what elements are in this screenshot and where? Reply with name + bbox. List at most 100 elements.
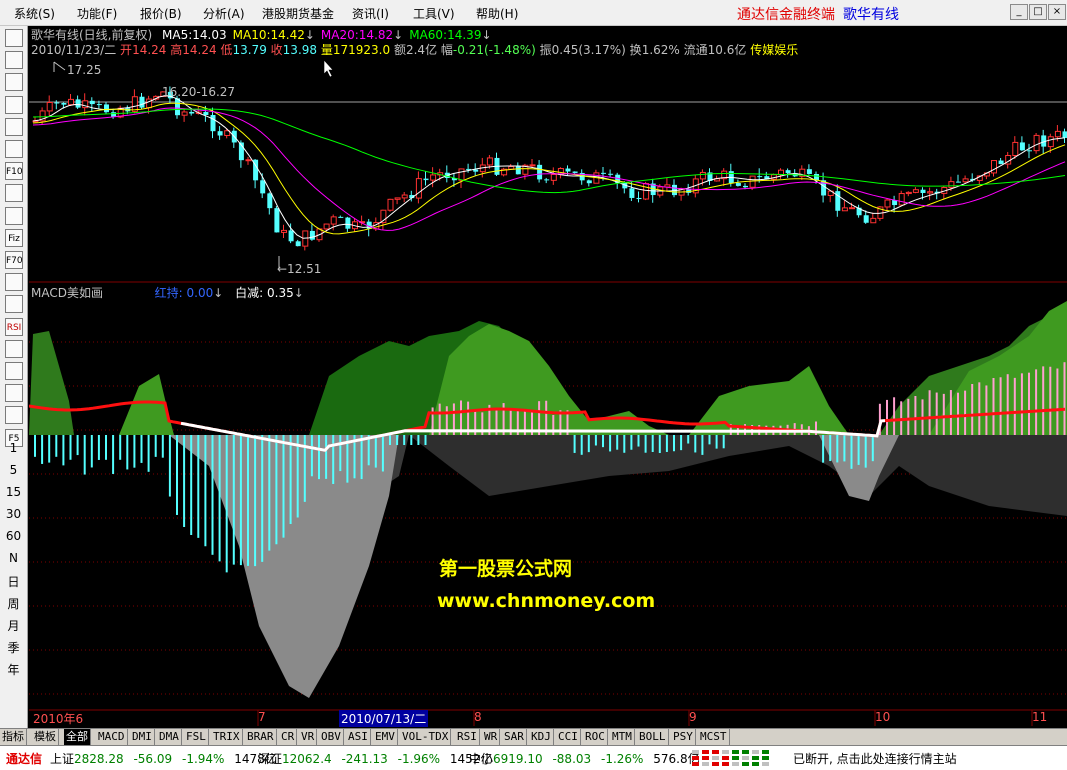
candle-body xyxy=(905,191,912,195)
candle-body xyxy=(962,178,969,183)
fiz-icon[interactable]: Fiz xyxy=(5,228,23,247)
period-1[interactable]: 5 xyxy=(0,463,27,477)
connection-status[interactable]: 已断开, 点击此处连接行情主站 xyxy=(793,750,957,767)
menu-item-0[interactable]: 系统(S) xyxy=(14,5,55,22)
grid-icon[interactable] xyxy=(5,29,23,47)
candle-body xyxy=(267,193,273,209)
candle-body xyxy=(458,168,465,181)
indicator-tab-5[interactable]: DMA xyxy=(157,729,182,745)
list-icon[interactable] xyxy=(5,51,23,70)
indicator-tab-23[interactable]: PSY xyxy=(671,729,696,745)
gear-icon[interactable] xyxy=(5,339,23,358)
candles-icon[interactable] xyxy=(5,95,23,114)
pencil-icon[interactable] xyxy=(5,406,23,425)
candle-body xyxy=(245,159,252,162)
chart-area[interactable]: 歌华有线(日线,前复权) MA5:14.03 MA10:14.42↓ MA20:14… xyxy=(29,26,1067,744)
period-2[interactable]: 15 xyxy=(0,485,27,499)
indicator-tab-7[interactable]: TRIX xyxy=(211,729,243,745)
indicator-tab-9[interactable]: CR xyxy=(279,729,298,745)
indicator-tab-8[interactable]: BRAR xyxy=(245,729,277,745)
candles2-icon[interactable] xyxy=(5,117,23,136)
menu-item-5[interactable]: 资讯(I) xyxy=(352,5,389,22)
candle-body xyxy=(629,188,635,198)
stock-chart-canvas[interactable] xyxy=(29,26,1067,744)
f10-icon[interactable]: F10 xyxy=(5,162,23,181)
menu-item-4[interactable]: 港股期货基金 xyxy=(262,5,334,22)
open-value: 14.24 xyxy=(132,43,167,57)
candle-body xyxy=(1012,141,1019,157)
arrows-icon[interactable] xyxy=(5,362,23,380)
indicator-tab-22[interactable]: BOLL xyxy=(637,729,669,745)
period-3[interactable]: 30 xyxy=(0,507,27,521)
f70-icon[interactable]: F70 xyxy=(5,251,23,269)
indicator-tab-20[interactable]: ROC xyxy=(583,729,608,745)
sector-label: 传媒娱乐 xyxy=(750,43,799,57)
period-10[interactable]: 年 xyxy=(0,661,27,678)
indicator-tab-17[interactable]: SAR xyxy=(502,729,527,745)
date-label-1: 7 xyxy=(258,710,266,724)
news-icon[interactable] xyxy=(5,206,23,225)
period-6[interactable]: 日 xyxy=(0,573,27,590)
indicator-tab-1[interactable]: 模板 xyxy=(32,729,59,745)
kline-icon[interactable] xyxy=(5,73,23,92)
indicator-tab-6[interactable]: FSL xyxy=(184,729,209,745)
menu-item-6[interactable]: 工具(V) xyxy=(413,5,455,22)
indicator-tab-14[interactable]: VOL-TDX xyxy=(400,729,452,745)
export-icon[interactable] xyxy=(5,384,23,403)
minimize-button[interactable]: _ xyxy=(1010,4,1028,20)
period-9[interactable]: 季 xyxy=(0,639,27,656)
candle-body xyxy=(203,112,209,115)
indicator-tab-24[interactable]: MCST xyxy=(698,729,730,745)
index-shanghai[interactable]: 上证2828.28 -56.09 -1.94% 1478亿 xyxy=(50,750,277,767)
indicator-tab-15[interactable]: RSI xyxy=(455,729,480,745)
period-8[interactable]: 月 xyxy=(0,617,27,634)
indicator-tab-21[interactable]: MTM xyxy=(610,729,635,745)
index-shenzhen[interactable]: 深证12062.4 -241.13 -1.96% 1452亿 xyxy=(258,750,492,767)
breadth-cell xyxy=(762,750,769,754)
volume-value: 171923.0 xyxy=(332,43,391,57)
indicator-tab-16[interactable]: WR xyxy=(482,729,501,745)
menu-item-2[interactable]: 报价(B) xyxy=(140,5,182,22)
menu-item-1[interactable]: 功能(F) xyxy=(77,5,117,22)
candle-body xyxy=(401,194,408,199)
wave-icon[interactable] xyxy=(5,295,23,314)
indicator-tab-19[interactable]: CCI xyxy=(556,729,581,745)
breadth-cell xyxy=(692,756,699,760)
period-4[interactable]: 60 xyxy=(0,529,27,543)
period-0[interactable]: 1 xyxy=(0,441,27,455)
maximize-button[interactable]: □ xyxy=(1029,4,1047,20)
menu-item-7[interactable]: 帮助(H) xyxy=(476,5,518,22)
breadth-cell xyxy=(732,756,739,760)
indicator-tab-18[interactable]: KDJ xyxy=(529,729,554,745)
indicator-tab-10[interactable]: VR xyxy=(299,729,318,745)
candle-body xyxy=(295,241,301,247)
breadth-cell xyxy=(712,762,719,766)
report-icon[interactable] xyxy=(5,140,23,158)
rsi-icon[interactable]: RSI xyxy=(5,317,23,336)
indicator-tab-13[interactable]: EMV xyxy=(373,729,398,745)
indicator-tab-2[interactable]: 全部 xyxy=(64,729,91,745)
close-button[interactable]: × xyxy=(1048,4,1066,20)
search-icon[interactable] xyxy=(5,273,23,292)
indicator-tab-11[interactable]: OBV xyxy=(319,729,344,745)
candle-body xyxy=(884,199,891,208)
period-5[interactable]: N xyxy=(0,551,27,565)
candle-body xyxy=(572,171,578,173)
index-sme[interactable]: 中小6919.10 -88.03 -1.26% 576.8亿 xyxy=(469,750,700,767)
app-logo: 通达信 xyxy=(6,752,43,766)
indicator-tab-4[interactable]: DMI xyxy=(130,729,155,745)
candle-body xyxy=(749,175,756,188)
info-icon[interactable] xyxy=(5,184,23,203)
candle-body xyxy=(181,111,188,116)
candle-body xyxy=(68,98,74,106)
candle-body xyxy=(898,193,905,206)
menu-item-3[interactable]: 分析(A) xyxy=(203,5,245,22)
candle-body xyxy=(330,216,337,225)
ma5-line xyxy=(32,95,1066,239)
candle-body xyxy=(430,174,437,181)
indicator-tab-0[interactable]: 指标 xyxy=(0,729,27,745)
period-7[interactable]: 周 xyxy=(0,595,27,612)
indicator-tab-12[interactable]: ASI xyxy=(346,729,371,745)
indicator-tab-3[interactable]: MACD xyxy=(96,729,128,745)
candle-body xyxy=(338,216,344,218)
